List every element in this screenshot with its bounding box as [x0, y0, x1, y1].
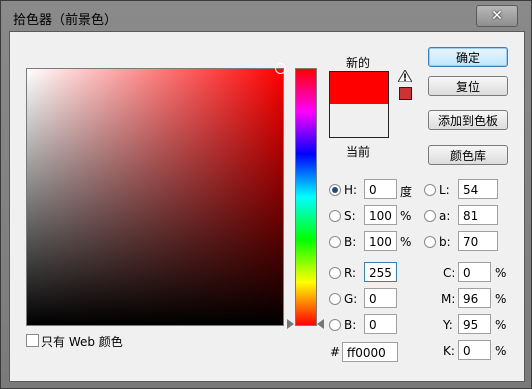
k-unit: %: [495, 344, 507, 358]
close-button[interactable]: ✕: [476, 5, 518, 27]
c-label: C:: [443, 266, 456, 280]
rgb-b-label: B:: [344, 318, 357, 332]
dialog-body: 新的 当前 确定 复位 添加到色板 颜色库 H: 0 度 S: 100 % B:…: [9, 31, 525, 382]
rgb-b-input[interactable]: 0: [364, 314, 397, 334]
k-input[interactable]: 0: [458, 340, 491, 360]
r-radio[interactable]: [329, 267, 341, 279]
r-label: R:: [344, 266, 357, 280]
r-input[interactable]: 255: [364, 262, 397, 282]
hex-input[interactable]: ff0000: [342, 342, 398, 362]
web-colors-only-label[interactable]: 只有 Web 颜色: [41, 333, 123, 350]
b-input[interactable]: 100: [364, 231, 397, 251]
lab-a-label: a:: [439, 209, 451, 223]
lab-b-input[interactable]: 70: [458, 231, 498, 251]
s-unit: %: [400, 209, 412, 223]
title-bar: 拾色器（前景色） ✕: [1, 1, 531, 31]
color-field[interactable]: [26, 68, 284, 326]
h-label: H:: [344, 183, 358, 197]
hue-slider-left-handle[interactable]: [287, 319, 294, 329]
current-color-swatch[interactable]: [329, 104, 389, 138]
h-unit: 度: [400, 185, 413, 199]
lab-b-radio[interactable]: [424, 236, 436, 248]
y-input[interactable]: 95: [458, 314, 491, 334]
b-label: B:: [344, 235, 357, 249]
color-field-cursor[interactable]: [275, 63, 286, 74]
lab-a-radio[interactable]: [424, 210, 436, 222]
current-color-label: 当前: [346, 145, 371, 159]
hue-slider[interactable]: [295, 68, 317, 326]
ok-button[interactable]: 确定: [428, 47, 508, 67]
c-unit: %: [495, 266, 507, 280]
color-picker-window: 拾色器（前景色） ✕ 新的 当前 确定 复位 添加到色板 颜色库 H: 0 度 …: [0, 0, 532, 389]
m-label: M:: [441, 292, 456, 306]
c-input[interactable]: 0: [458, 262, 491, 282]
h-input[interactable]: 0: [364, 179, 397, 199]
lab-l-input[interactable]: 54: [458, 179, 498, 199]
add-to-swatches-button[interactable]: 添加到色板: [428, 110, 508, 130]
window-title: 拾色器（前景色）: [13, 13, 118, 28]
lab-l-radio[interactable]: [424, 184, 436, 196]
m-input[interactable]: 96: [458, 288, 491, 308]
g-input[interactable]: 0: [364, 288, 397, 308]
lab-b-label: b:: [439, 235, 451, 249]
s-input[interactable]: 100: [364, 205, 397, 225]
new-color-swatch: [329, 71, 389, 105]
color-libraries-button[interactable]: 颜色库: [428, 145, 508, 165]
lab-l-label: L:: [439, 183, 450, 197]
g-radio[interactable]: [329, 293, 341, 305]
web-colors-only-checkbox[interactable]: [26, 334, 39, 347]
hex-label: #: [330, 345, 341, 359]
y-label: Y:: [443, 318, 453, 332]
s-radio[interactable]: [329, 210, 341, 222]
close-icon: ✕: [491, 8, 503, 24]
new-color-label: 新的: [346, 56, 371, 70]
out-of-gamut-warning-icon[interactable]: [398, 70, 412, 82]
h-radio[interactable]: [329, 184, 341, 196]
k-label: K:: [443, 344, 455, 358]
hue-slider-right-handle[interactable]: [317, 319, 324, 329]
b-radio[interactable]: [329, 236, 341, 248]
reset-button[interactable]: 复位: [428, 76, 508, 96]
g-label: G:: [344, 292, 358, 306]
s-label: S:: [344, 209, 356, 223]
lab-a-input[interactable]: 81: [458, 205, 498, 225]
gamut-color-swatch[interactable]: [399, 87, 412, 100]
rgb-b-radio[interactable]: [329, 319, 341, 331]
m-unit: %: [495, 292, 507, 306]
b-unit: %: [400, 235, 412, 249]
y-unit: %: [495, 318, 507, 332]
